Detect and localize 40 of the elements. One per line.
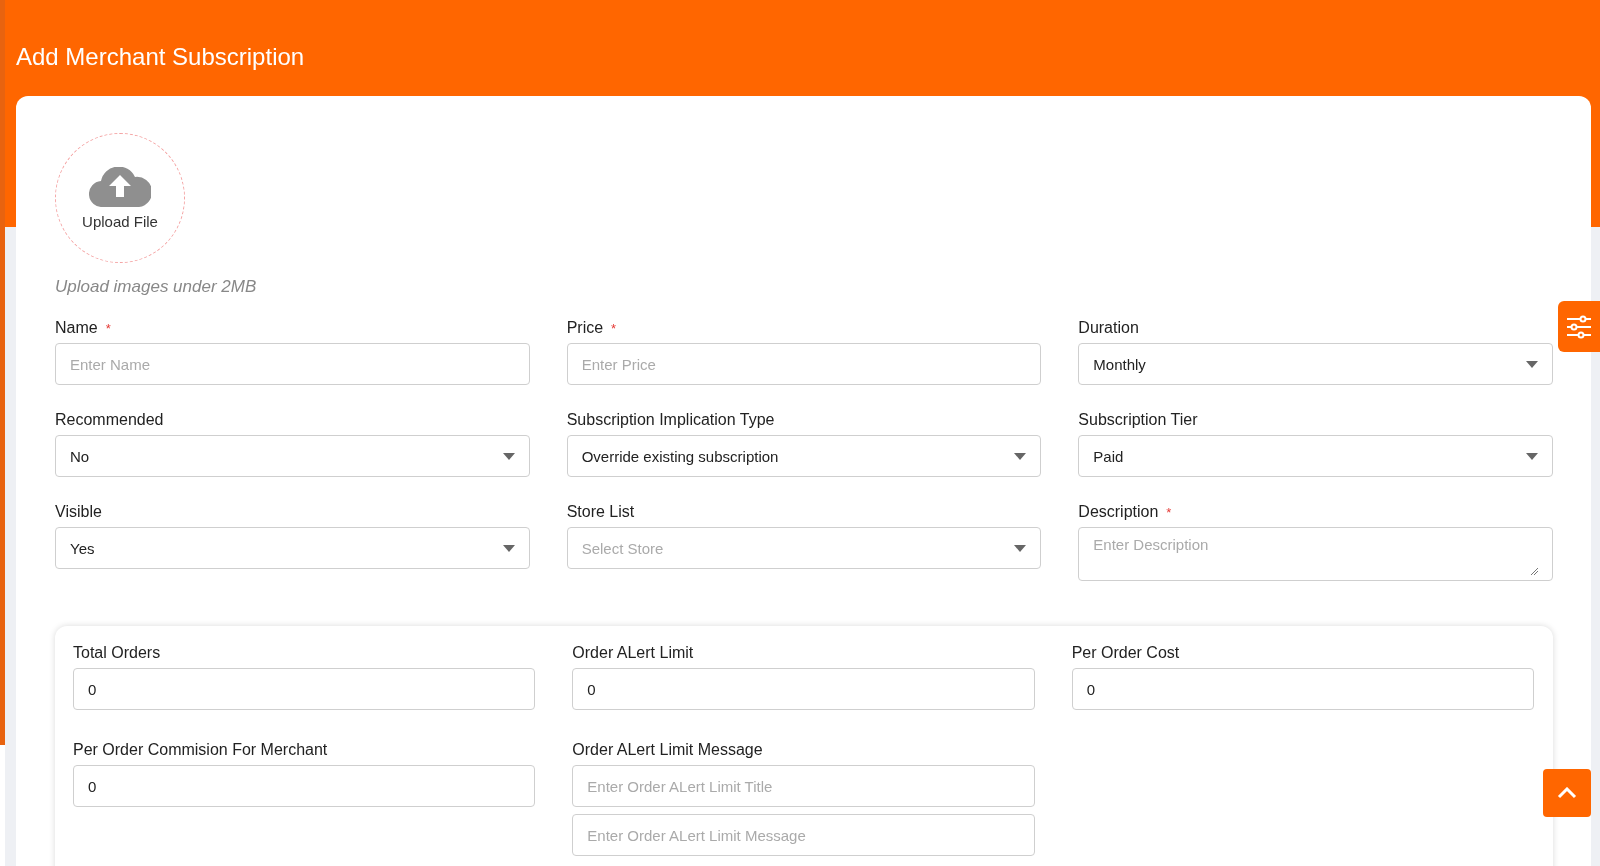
- text-input-field[interactable]: 0: [73, 765, 536, 807]
- settings-tab-button[interactable]: [1558, 301, 1600, 352]
- cloud-upload-icon: [89, 166, 151, 207]
- page-title: Add Merchant Subscription: [16, 42, 306, 72]
- field-label: Price: [566, 319, 604, 337]
- resize-handle-icon: [1530, 567, 1538, 575]
- field-label: Recommended: [55, 411, 164, 429]
- field-label: Order ALert Limit: [572, 644, 694, 662]
- select-dropdown[interactable]: Override existing subscription: [566, 435, 1042, 477]
- select-dropdown[interactable]: Monthly: [1078, 343, 1553, 385]
- required-asterisk: *: [1166, 504, 1172, 520]
- dropdown-caret-icon: [1526, 452, 1538, 460]
- text-input-field[interactable]: 0: [572, 668, 1035, 710]
- field-label: Order ALert Limit Message: [572, 741, 763, 759]
- required-asterisk: *: [611, 320, 617, 336]
- field-label: Subscription Tier: [1078, 411, 1198, 429]
- field-label: Duration: [1078, 319, 1139, 337]
- scroll-to-top-button[interactable]: [1543, 769, 1591, 817]
- dropdown-caret-icon: [1014, 544, 1027, 552]
- dropdown-caret-icon: [1526, 360, 1538, 368]
- field-label: Store List: [566, 503, 635, 521]
- field-label: Visible: [55, 503, 102, 521]
- field-label: Per Order Cost: [1071, 644, 1180, 662]
- select-dropdown[interactable]: Yes: [55, 527, 530, 569]
- dropdown-caret-icon: [1014, 452, 1027, 460]
- field-label: Name: [55, 319, 98, 337]
- required-asterisk: *: [105, 320, 111, 336]
- upload-hint: Upload images under 2MB: [55, 277, 258, 297]
- dropdown-caret-icon: [502, 452, 515, 460]
- text-input-field[interactable]: 0: [1071, 668, 1534, 710]
- field-label: Description: [1078, 503, 1159, 521]
- field-label: Per Order Commision For Merchant: [73, 741, 328, 759]
- text-input-field[interactable]: 0: [73, 668, 536, 710]
- field-label: Subscription Implication Type: [566, 411, 775, 429]
- select-dropdown[interactable]: No: [55, 435, 530, 477]
- select-dropdown[interactable]: Paid: [1078, 435, 1553, 477]
- dropdown-caret-icon: [502, 544, 515, 552]
- sliders-icon: [1566, 314, 1592, 339]
- field-label: Total Orders: [73, 644, 161, 662]
- chevron-up-icon: [1557, 787, 1577, 799]
